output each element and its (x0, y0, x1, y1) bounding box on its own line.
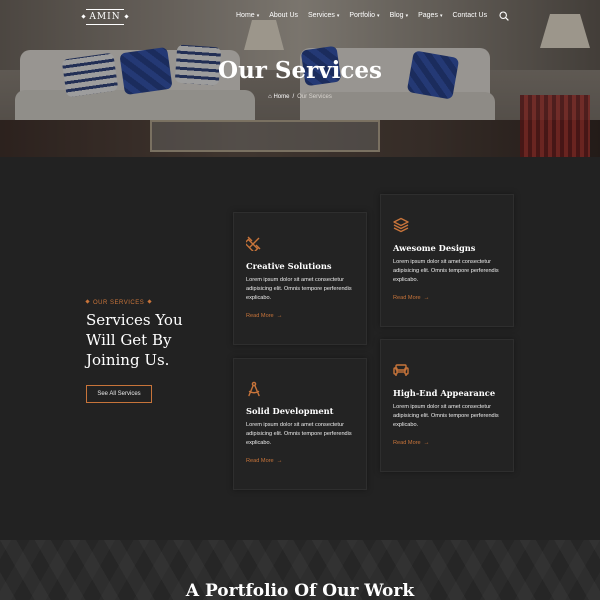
portfolio-section: A Portfolio Of Our Work (0, 540, 600, 600)
logo-text: AMIN (89, 12, 121, 22)
menu-item-home[interactable]: Home ▾ (236, 12, 259, 19)
compass-icon (248, 381, 260, 397)
menu-label: Home (236, 12, 255, 19)
main-menu: Home ▾ About Us Services ▾ Portfolio ▾ Blog… (236, 12, 497, 19)
breadcrumb: ⌂ Home / Our Services (0, 94, 600, 100)
service-title: High-End Appearance (393, 388, 496, 398)
menu-item-pages[interactable]: Pages ▾ (418, 12, 442, 19)
service-description: Lorem ipsum dolor sit amet consectetur a… (246, 422, 352, 446)
see-all-services-button[interactable]: See All Services (86, 385, 152, 403)
read-more-link[interactable]: Read More → (246, 313, 283, 319)
chevron-down-icon: ▾ (336, 13, 340, 19)
service-title: Creative Solutions (246, 261, 332, 271)
service-description: Lorem ipsum dolor sit amet consectetur a… (393, 404, 499, 428)
read-more-link[interactable]: Read More → (393, 440, 430, 446)
menu-label: Services (308, 12, 335, 19)
section-tag-text: OUR SERVICES (93, 300, 145, 306)
arrow-right-icon: → (276, 313, 283, 319)
diamond-icon (147, 299, 152, 304)
service-card-awesome-designs: Awesome Designs Lorem ipsum dolor sit am… (380, 194, 514, 327)
service-description: Lorem ipsum dolor sit amet consectetur a… (246, 277, 352, 301)
arrow-right-icon: → (423, 440, 430, 446)
search-icon[interactable] (499, 11, 509, 21)
sofa-icon (393, 364, 409, 376)
read-more-label: Read More (393, 295, 421, 301)
logo-diamond-icon (124, 14, 129, 19)
home-icon: ⌂ (268, 94, 272, 100)
read-more-label: Read More (246, 458, 274, 464)
service-title: Solid Development (246, 406, 334, 416)
service-card-creative-solutions: Creative Solutions Lorem ipsum dolor sit… (233, 212, 367, 345)
chevron-down-icon: ▾ (405, 13, 409, 19)
section-heading: Services You Will Get By Joining Us. (86, 311, 183, 369)
chevron-down-icon: ▾ (256, 13, 260, 19)
menu-label: Portfolio (349, 12, 376, 19)
menu-item-portfolio[interactable]: Portfolio ▾ (349, 12, 379, 19)
breadcrumb-separator: / (292, 94, 295, 100)
pencil-ruler-icon (246, 236, 261, 251)
menu-label: Pages (418, 12, 438, 19)
layers-icon (393, 217, 409, 233)
menu-item-about[interactable]: About Us (269, 12, 298, 19)
chevron-down-icon: ▾ (377, 13, 380, 19)
arrow-right-icon: → (276, 458, 283, 464)
breadcrumb-home-link[interactable]: Home (273, 94, 289, 100)
service-card-solid-development: Solid Development Lorem ipsum dolor sit … (233, 358, 367, 490)
menu-item-blog[interactable]: Blog ▾ (390, 12, 409, 19)
service-card-high-end-appearance: High-End Appearance Lorem ipsum dolor si… (380, 339, 514, 472)
menu-label: About Us (269, 12, 298, 19)
service-title: Awesome Designs (393, 243, 476, 253)
breadcrumb-current: Our Services (297, 94, 332, 100)
top-navigation: AMIN Home ▾ About Us Services ▾ Portfolio ▾… (0, 0, 600, 34)
portfolio-heading: A Portfolio Of Our Work (185, 581, 415, 600)
menu-item-services[interactable]: Services ▾ (308, 12, 339, 19)
arrow-right-icon: → (423, 295, 430, 301)
menu-label: Contact Us (452, 12, 488, 19)
page-title: Our Services (218, 57, 382, 84)
site-logo[interactable]: AMIN (81, 9, 129, 25)
read-more-label: Read More (393, 440, 421, 446)
service-description: Lorem ipsum dolor sit amet consectetur a… (393, 259, 499, 283)
read-more-link[interactable]: Read More → (246, 458, 283, 464)
logo-diamond-icon (81, 14, 86, 19)
menu-label: Blog (389, 12, 404, 19)
hero-banner: AMIN Home ▾ About Us Services ▾ Portfolio ▾… (0, 0, 600, 157)
read-more-label: Read More (246, 313, 274, 319)
read-more-link[interactable]: Read More → (393, 295, 430, 301)
menu-item-contact[interactable]: Contact Us (452, 12, 487, 19)
diamond-icon (85, 299, 90, 304)
section-tag: OUR SERVICES (85, 299, 152, 306)
chevron-down-icon: ▾ (439, 13, 443, 19)
